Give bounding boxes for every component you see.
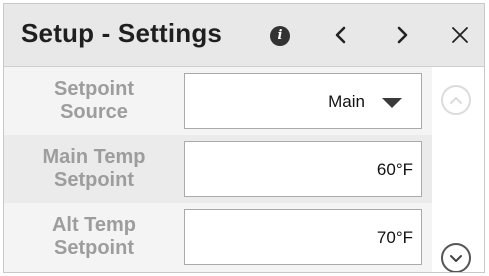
setting-row-alt-temp-setpoint: Alt Temp Setpoint 70°F [4,203,432,271]
chevron-down-icon[interactable] [441,243,471,272]
setting-label: Setpoint Source [54,78,134,123]
page-title: Setup - Settings [21,18,223,48]
setting-row-setpoint-source: Setpoint Source Main [4,67,432,135]
setting-label: Main Temp Setpoint [42,146,146,191]
field-value: 60°F [376,160,413,179]
close-glyph [452,27,468,43]
caret-down-icon [382,98,402,108]
chevron-left-glyph [335,26,346,44]
setpoint-source-dropdown[interactable]: Main [184,73,422,129]
chevron-down-glyph [450,255,462,262]
dialog-header: Setup - Settings i [4,4,484,67]
chevron-up-glyph [450,97,462,104]
setting-label: Alt Temp Setpoint [51,214,137,259]
settings-list: Setpoint Source Main Main Temp Setpoint … [4,67,432,272]
dropdown-value: Main [328,92,365,111]
main-temp-setpoint-field[interactable]: 60°F [184,141,422,197]
field-value: 70°F [376,228,413,247]
scroll-panel [432,67,484,272]
close-icon[interactable] [445,18,475,52]
chevron-up-icon[interactable] [441,85,471,115]
info-icon[interactable]: i [270,26,290,46]
chevron-right-glyph [397,26,408,44]
chevron-left-icon[interactable] [326,18,356,52]
chevron-right-icon[interactable] [387,18,417,52]
alt-temp-setpoint-field[interactable]: 70°F [184,209,422,265]
setting-row-main-temp-setpoint: Main Temp Setpoint 60°F [4,135,432,203]
settings-dialog: Setup - Settings i Setpoint Source Main [3,3,485,273]
